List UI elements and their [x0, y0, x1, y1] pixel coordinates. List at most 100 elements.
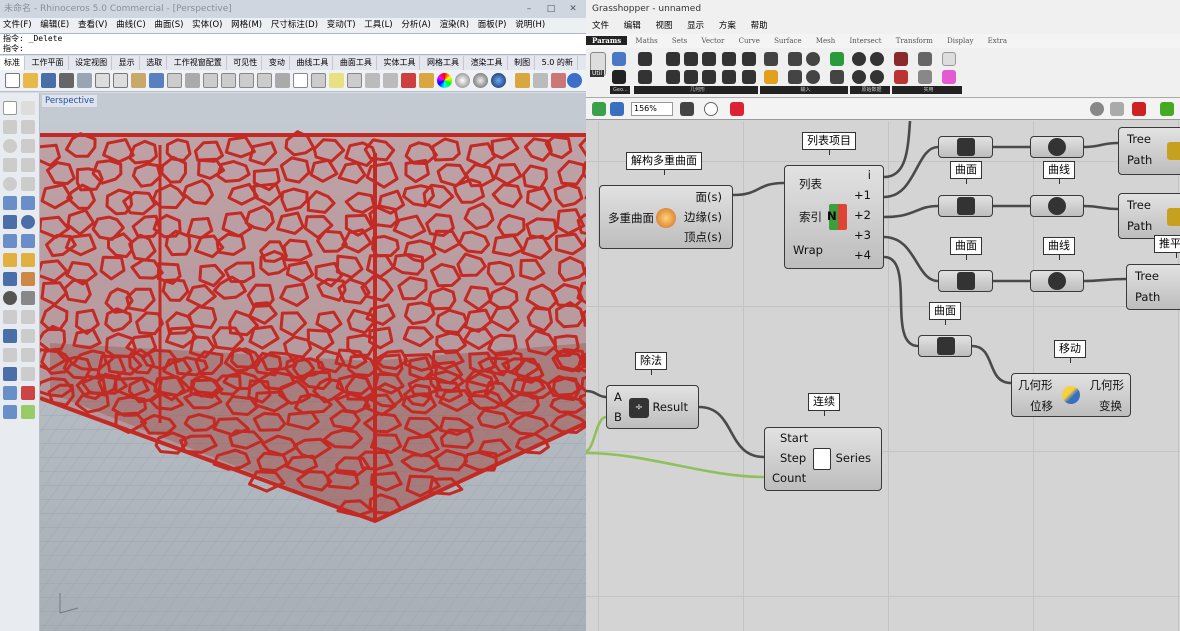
output-faces[interactable]: 面(s) — [696, 189, 722, 205]
series-input-step[interactable]: Step — [780, 451, 806, 465]
join-icon[interactable] — [21, 291, 35, 305]
tab-visibility[interactable]: 可见性 — [229, 56, 263, 70]
gh-menu-view[interactable]: 视图 — [649, 21, 678, 31]
division-input-a[interactable]: A — [614, 390, 622, 404]
tab-solid-tools[interactable]: 实体工具 — [379, 56, 421, 70]
fillet-icon[interactable] — [3, 310, 17, 324]
number-icon[interactable] — [870, 52, 884, 66]
tab-surface-tools[interactable]: 曲面工具 — [336, 56, 377, 70]
viewport-title[interactable]: Perspective — [42, 95, 98, 107]
explode-icon[interactable] — [3, 291, 17, 305]
check-icon[interactable] — [21, 405, 35, 419]
boolean-icon[interactable] — [3, 272, 17, 286]
move-icon[interactable] — [3, 348, 17, 362]
mesh-param-icon[interactable] — [722, 52, 736, 66]
tab-curve-tools[interactable]: 曲线工具 — [292, 56, 334, 70]
zoom-selected-icon[interactable] — [257, 73, 272, 88]
perspective-viewport[interactable]: Perspective — [40, 93, 586, 631]
gh-tab-extra[interactable]: Extra — [982, 37, 1013, 45]
preview-eye-icon[interactable] — [704, 102, 718, 116]
vector-param-icon[interactable] — [742, 70, 756, 84]
menu-curve[interactable]: 曲线(C) — [113, 20, 149, 30]
dimension-icon[interactable] — [21, 329, 35, 343]
panel-icon[interactable] — [764, 70, 778, 84]
wireframe-icon[interactable] — [1110, 102, 1124, 116]
tab-render-tools[interactable]: 渲染工具 — [467, 56, 508, 70]
integer-icon[interactable] — [852, 52, 866, 66]
menu-tools[interactable]: 工具(L) — [361, 20, 395, 30]
surface-param-2[interactable] — [938, 195, 993, 217]
gh-tab-intersect[interactable]: Intersect — [844, 37, 888, 45]
path-input[interactable]: Path — [1135, 290, 1160, 304]
curve-param-3[interactable] — [1030, 270, 1084, 292]
zoom-window-icon[interactable] — [221, 73, 236, 88]
text-param-icon[interactable] — [870, 70, 884, 84]
mirror-icon[interactable] — [21, 367, 35, 381]
circle-icon[interactable] — [3, 139, 17, 153]
layer-icon[interactable] — [401, 73, 416, 88]
render-icon[interactable] — [515, 73, 530, 88]
geometry-icon[interactable] — [666, 52, 680, 66]
menu-edit[interactable]: 编辑(E) — [37, 20, 72, 30]
curve-param-2[interactable] — [1030, 195, 1084, 217]
tab-display[interactable]: 显示 — [115, 56, 140, 70]
tab-transform[interactable]: 变动 — [265, 56, 290, 70]
light-bulb-icon[interactable] — [329, 73, 344, 88]
rotate-icon[interactable] — [275, 73, 290, 88]
relay-icon[interactable] — [918, 70, 932, 84]
new-file-icon[interactable] — [5, 73, 20, 88]
box-icon[interactable] — [3, 215, 17, 229]
text-icon[interactable] — [3, 329, 17, 343]
button-icon[interactable] — [788, 70, 802, 84]
mesh-icon[interactable] — [3, 234, 17, 248]
output-edges[interactable]: 边缘(s) — [684, 209, 722, 225]
pan-hand-icon[interactable] — [167, 73, 182, 88]
division-input-b[interactable]: B — [614, 410, 622, 424]
flask-icon[interactable] — [942, 70, 956, 84]
point-icon[interactable] — [21, 101, 35, 115]
gh-menu-display[interactable]: 显示 — [681, 21, 710, 31]
zoom-extents-icon[interactable] — [239, 73, 254, 88]
polygon-icon[interactable] — [3, 177, 17, 191]
input-brep[interactable]: 多重曲面 — [608, 210, 654, 226]
scale-icon[interactable] — [3, 367, 17, 381]
curve-param-icon[interactable] — [666, 70, 680, 84]
tab-mesh-tools[interactable]: 网格工具 — [423, 56, 465, 70]
surface-param-4[interactable] — [918, 335, 972, 357]
menu-help[interactable]: 说明(H) — [512, 20, 548, 30]
brep-param-icon[interactable] — [702, 70, 716, 84]
maximize-icon[interactable]: □ — [540, 0, 562, 18]
rectangle-icon[interactable] — [21, 158, 35, 172]
rendered-sphere-icon[interactable] — [491, 73, 506, 88]
mesh-tools-icon[interactable] — [21, 234, 35, 248]
tab-viewport-layout[interactable]: 工作视窗配置 — [170, 56, 227, 70]
help-icon[interactable] — [567, 73, 582, 88]
menu-surface[interactable]: 曲面(S) — [151, 20, 186, 30]
menu-panels[interactable]: 面板(P) — [475, 20, 510, 30]
history-icon[interactable] — [383, 73, 398, 88]
move-component[interactable]: 几何形 位移 几何形 变换 — [1011, 373, 1131, 417]
output-plus3[interactable]: +3 — [854, 228, 871, 242]
line-param-icon[interactable] — [684, 70, 698, 84]
open-file-icon[interactable] — [592, 102, 606, 116]
select-arrow-icon[interactable] — [3, 101, 17, 115]
arrow-right-icon[interactable] — [918, 52, 932, 66]
gh-tab-transform[interactable]: Transform — [890, 37, 939, 45]
snapshot-icon[interactable] — [533, 73, 548, 88]
tree-input[interactable]: Tree — [1127, 132, 1151, 146]
lock-icon[interactable] — [365, 73, 380, 88]
geo-param-2-icon[interactable] — [638, 70, 652, 84]
gh-tab-curve[interactable]: Curve — [733, 37, 766, 45]
surface-param-1[interactable] — [938, 136, 993, 158]
tab-standard[interactable]: 标准 — [0, 56, 25, 70]
menu-mesh[interactable]: 网格(M) — [228, 20, 265, 30]
menu-analyze[interactable]: 分析(A) — [398, 20, 433, 30]
cplane-icon[interactable] — [311, 73, 326, 88]
surface-param-icon[interactable] — [702, 52, 716, 66]
gh-menu-edit[interactable]: 编辑 — [618, 21, 647, 31]
output-plus2[interactable]: +2 — [854, 208, 871, 222]
tab-set-view[interactable]: 设定视图 — [71, 56, 113, 70]
tab-cplanes[interactable]: 工作平面 — [28, 56, 69, 70]
surface-icon[interactable] — [3, 196, 17, 210]
gh-menu-solution[interactable]: 方案 — [713, 21, 742, 31]
